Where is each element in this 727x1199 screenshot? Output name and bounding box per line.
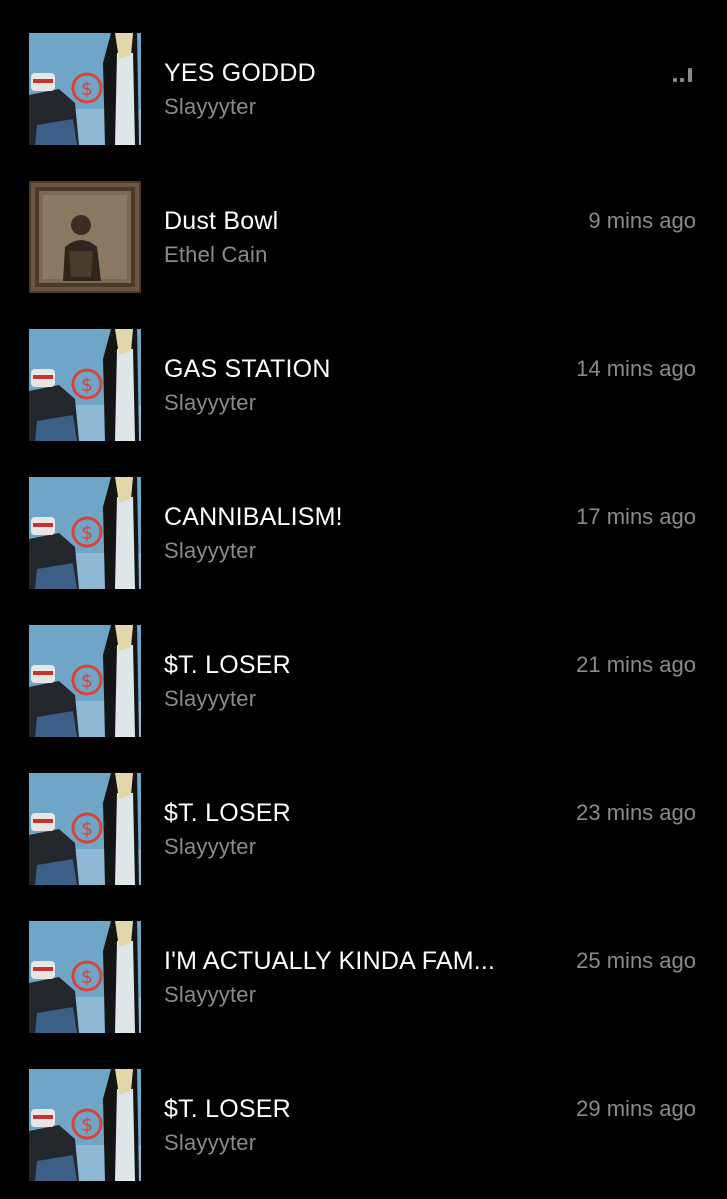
track-title: $T. LOSER bbox=[164, 651, 291, 679]
album-artwork: $ bbox=[29, 1069, 141, 1181]
svg-text:$: $ bbox=[81, 522, 93, 544]
track-artist: Slayyyter bbox=[164, 982, 257, 1007]
track-title: I'M ACTUALLY KINDA FAM... bbox=[164, 947, 496, 975]
track-artist: Slayyyter bbox=[164, 390, 257, 415]
track-title: CANNIBALISM! bbox=[164, 503, 343, 531]
track-artist: Slayyyter bbox=[164, 1130, 257, 1155]
album-artwork bbox=[29, 181, 141, 293]
svg-text:$: $ bbox=[81, 818, 93, 840]
track-title: $T. LOSER bbox=[164, 1095, 291, 1123]
svg-text:$: $ bbox=[81, 374, 93, 396]
svg-text:$: $ bbox=[81, 78, 93, 100]
track-artist: Slayyyter bbox=[164, 538, 257, 563]
svg-text:$: $ bbox=[81, 966, 93, 988]
track-row[interactable]: $ I'M ACTUALLY KINDA FAM... Slayyyter 25… bbox=[0, 888, 727, 1036]
svg-text:$: $ bbox=[81, 1114, 93, 1136]
track-artist: Ethel Cain bbox=[164, 242, 268, 267]
album-artwork: $ bbox=[29, 33, 141, 145]
track-row[interactable]: $ CANNIBALISM! Slayyyter 17 mins ago bbox=[0, 444, 727, 592]
track-row[interactable]: $ $T. LOSER Slayyyter 21 mins ago bbox=[0, 592, 727, 740]
track-row[interactable]: Dust Bowl Ethel Cain 9 mins ago bbox=[0, 148, 727, 296]
album-artwork: $ bbox=[29, 625, 141, 737]
track-title: GAS STATION bbox=[164, 355, 331, 383]
played-time: 17 mins ago bbox=[576, 504, 696, 529]
track-title: $T. LOSER bbox=[164, 799, 291, 827]
album-artwork: $ bbox=[29, 773, 141, 885]
track-row[interactable]: $ GAS STATION Slayyyter 14 mins ago bbox=[0, 296, 727, 444]
album-artwork: $ bbox=[29, 329, 141, 441]
played-time: 23 mins ago bbox=[576, 800, 696, 825]
track-artist: Slayyyter bbox=[164, 686, 257, 711]
track-title: Dust Bowl bbox=[164, 207, 279, 235]
played-time: 29 mins ago bbox=[576, 1096, 696, 1121]
now-playing-icon bbox=[673, 66, 697, 82]
svg-text:$: $ bbox=[81, 670, 93, 692]
album-artwork: $ bbox=[29, 477, 141, 589]
track-row[interactable]: $ $T. LOSER Slayyyter 29 mins ago bbox=[0, 1036, 727, 1184]
track-title: YES GODDD bbox=[164, 59, 316, 87]
track-row[interactable]: $ $T. LOSER Slayyyter 23 mins ago bbox=[0, 740, 727, 888]
track-row[interactable]: $ YES GODDD Slayyyter bbox=[0, 0, 727, 148]
track-artist: Slayyyter bbox=[164, 834, 257, 859]
album-artwork: $ bbox=[29, 921, 141, 1033]
played-time: 21 mins ago bbox=[576, 652, 696, 677]
played-time: 9 mins ago bbox=[588, 208, 696, 233]
track-artist: Slayyyter bbox=[164, 94, 257, 119]
played-time: 14 mins ago bbox=[576, 356, 696, 381]
played-time: 25 mins ago bbox=[576, 948, 696, 973]
